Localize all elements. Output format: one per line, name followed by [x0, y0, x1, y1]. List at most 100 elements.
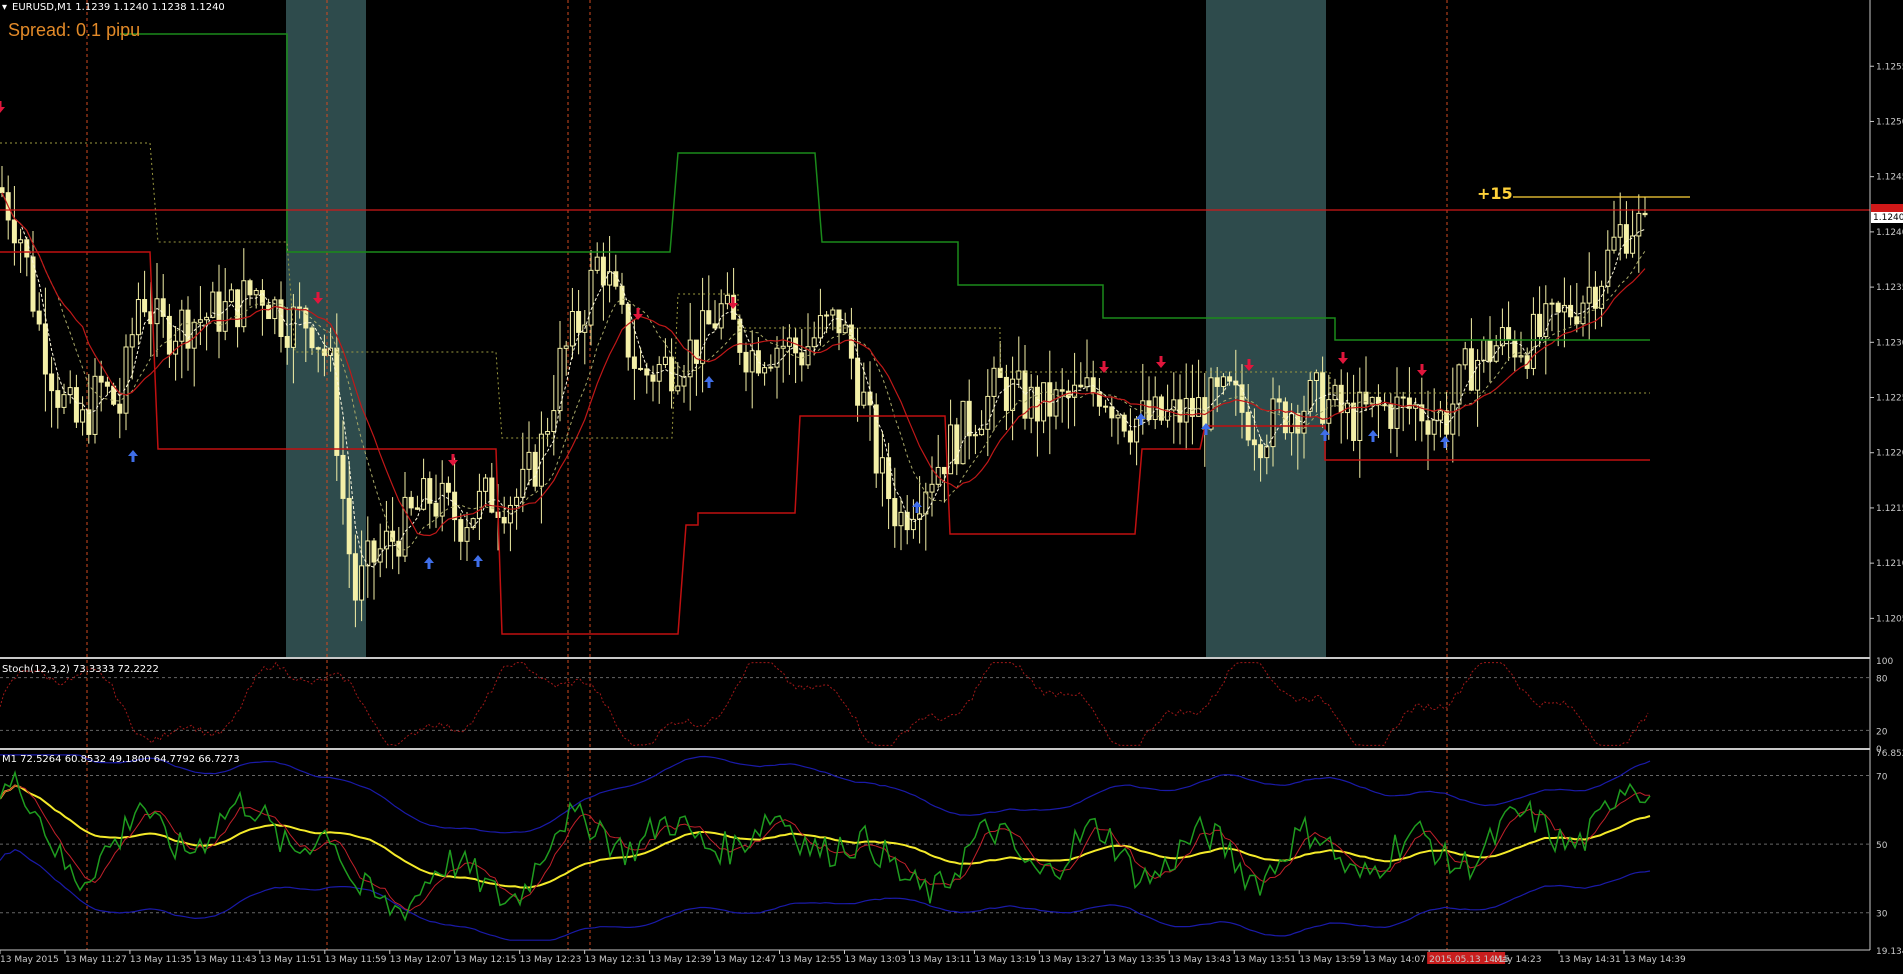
- candle-body: [1388, 404, 1394, 429]
- candle-body: [1462, 348, 1468, 366]
- indicator-level-label: 19.134: [1876, 947, 1903, 957]
- candle-body: [241, 280, 247, 328]
- candle-body: [197, 319, 203, 323]
- candle-body: [11, 219, 17, 244]
- candle-body: [960, 400, 966, 465]
- candle-body: [0, 187, 5, 194]
- time-tick-label: 13 May 13:51: [1234, 955, 1296, 965]
- candle-body: [1499, 327, 1505, 347]
- candle-body: [123, 346, 129, 414]
- candle-body: [1518, 355, 1524, 358]
- indicator-level-label: 50: [1876, 841, 1888, 851]
- candle-body: [700, 310, 706, 364]
- candle-body: [532, 451, 538, 487]
- candle-body: [706, 310, 712, 325]
- price-tick-label: 1.1245: [1876, 173, 1903, 183]
- candle-body: [309, 327, 315, 349]
- candle-body: [1444, 410, 1450, 435]
- candle-body: [929, 483, 935, 493]
- candle-body: [1537, 313, 1543, 338]
- price-tick-label: 1.1225: [1876, 394, 1903, 404]
- candle-body: [1152, 396, 1158, 421]
- time-tick-label: 13 May 12:07: [390, 955, 452, 965]
- candle-body: [755, 350, 761, 374]
- current-price-text: 1.1240: [1873, 213, 1903, 223]
- candle-body: [1084, 377, 1090, 388]
- candle-body: [1506, 327, 1512, 341]
- candle-body: [1078, 384, 1084, 388]
- candle-body: [526, 451, 532, 470]
- indicator-level-label: 76.852: [1876, 749, 1903, 759]
- candle-body: [160, 298, 166, 317]
- candle-body: [1400, 396, 1406, 399]
- candle-body: [1456, 364, 1462, 405]
- price-tick-label: 1.1250: [1876, 117, 1903, 127]
- candle-body: [1431, 419, 1437, 435]
- candle-body: [811, 337, 817, 348]
- candle-body: [1450, 403, 1456, 435]
- candle-body: [855, 357, 861, 406]
- candle-body: [414, 507, 420, 510]
- candle-body: [941, 466, 947, 475]
- trading-chart[interactable]: 1.1255 1.1250 1.1245 1.1240 1.1235 1.1230 1.12…: [0, 0, 1903, 974]
- candle-body: [1549, 302, 1555, 305]
- candle-body: [1183, 397, 1189, 423]
- indicator-header: M1 72.5264 60.8532 49.1800 64.7792 66.72…: [2, 754, 240, 765]
- symbol-header: ▾ EURUSD,M1 1.1239 1.1240 1.1238 1.1240: [2, 2, 225, 13]
- candle-body: [768, 366, 774, 369]
- candle-body: [92, 375, 98, 435]
- candle-body: [1338, 384, 1344, 414]
- candle-body: [1134, 418, 1140, 443]
- candle-body: [1264, 446, 1270, 459]
- candle-body: [278, 299, 284, 338]
- candle-body: [1425, 420, 1431, 435]
- time-tick-label: 13 May 13:03: [844, 955, 906, 965]
- session-box: [1206, 0, 1326, 657]
- candle-body: [1115, 414, 1121, 419]
- candle-body: [458, 519, 464, 542]
- candle-body: [340, 454, 346, 499]
- price-tick-label: 1.1215: [1876, 504, 1903, 514]
- stoch-level-label: 100: [1876, 657, 1893, 667]
- candle-body: [576, 311, 582, 333]
- candle-body: [421, 478, 427, 510]
- candle-body: [1053, 389, 1059, 417]
- candle-body: [873, 404, 879, 474]
- time-tick-label: 13 May 12:55: [780, 955, 842, 965]
- candle-body: [1363, 391, 1369, 405]
- candle-body: [489, 477, 495, 513]
- time-tick-label: 13 May 2015: [0, 955, 59, 965]
- candle-body: [1034, 386, 1040, 422]
- indicator-level-label: 30: [1876, 910, 1888, 920]
- time-tick-label: 13 May 11:43: [195, 955, 257, 965]
- candle-body: [1189, 397, 1195, 417]
- candle-body: [1394, 396, 1400, 429]
- candle-body: [892, 498, 898, 527]
- time-tick-label: 13 May 13:19: [974, 955, 1036, 965]
- candle-body: [73, 387, 79, 423]
- candle-body: [774, 347, 780, 368]
- candle-body: [1326, 399, 1332, 424]
- candle-body: [1611, 236, 1617, 251]
- time-tick-label: 13 May 12:23: [520, 955, 582, 965]
- candle-body: [1332, 384, 1338, 401]
- candle-body: [1599, 285, 1605, 309]
- candle-body: [30, 256, 36, 312]
- time-tick-label: May 14:23: [1494, 955, 1541, 965]
- time-tick-label: 13 May 13:11: [909, 955, 971, 965]
- candle-body: [563, 345, 569, 349]
- candle-body: [501, 516, 507, 524]
- candle-body: [297, 306, 303, 309]
- candle-body: [842, 324, 848, 334]
- candle-body: [452, 491, 458, 521]
- candle-body: [966, 400, 972, 437]
- stoch-header: Stoch(12,3,2) 73.3333 72.2222: [2, 664, 159, 675]
- candle-body: [365, 540, 371, 567]
- candle-body: [923, 491, 929, 515]
- time-tick-label: 13 May 11:27: [65, 955, 127, 965]
- candle-body: [1580, 302, 1586, 325]
- candle-body: [1282, 401, 1288, 434]
- candle-body: [135, 299, 141, 336]
- dropdown-icon[interactable]: ▾: [2, 2, 7, 13]
- time-tick-label: 13 May 11:51: [260, 955, 322, 965]
